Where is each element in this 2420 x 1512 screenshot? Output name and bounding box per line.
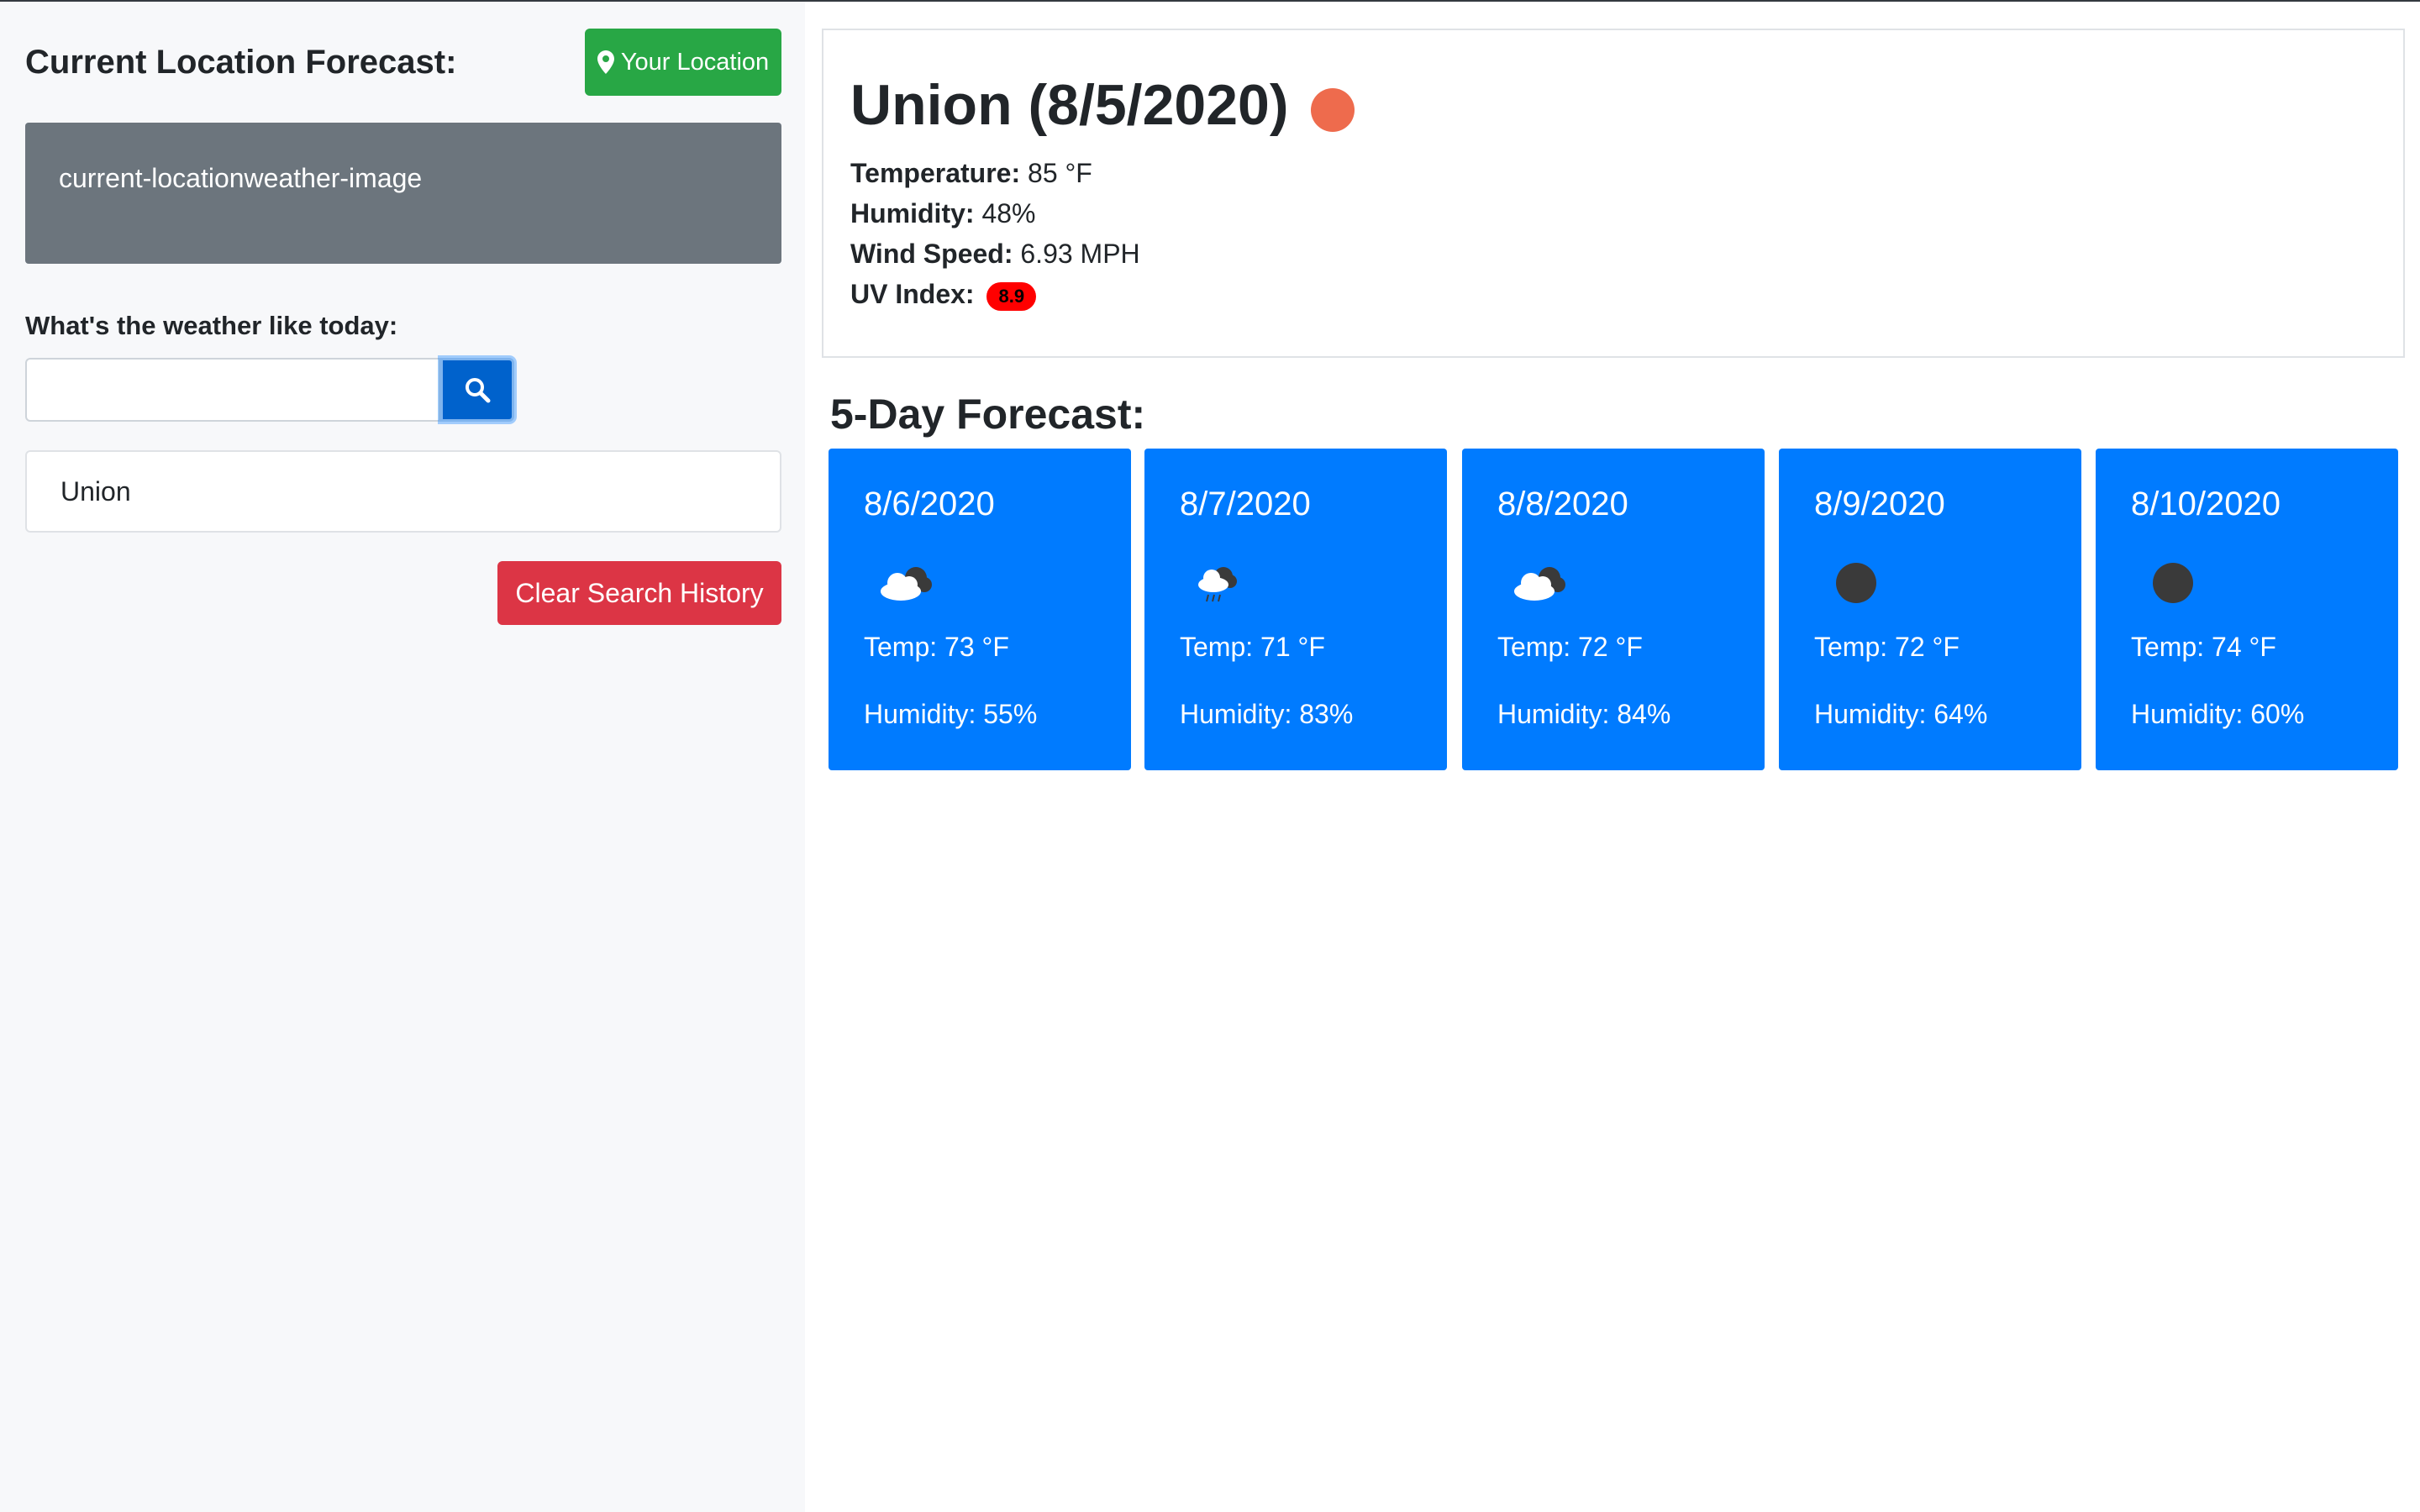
city-date-text: Union (8/5/2020) xyxy=(850,73,1289,137)
humidity-label: Humidity: xyxy=(850,198,975,228)
forecast-humidity: Humidity: 60% xyxy=(2131,699,2305,729)
cloud-icon xyxy=(1514,567,1565,601)
search-label: What's the weather like today: xyxy=(25,311,398,340)
search-icon xyxy=(466,378,491,403)
forecast-card: 8/8/2020 Temp: 72 °F Humidity: 84% xyxy=(1462,449,1765,770)
forecast-date: 8/7/2020 xyxy=(1180,486,1311,522)
city-date-title: Union (8/5/2020) xyxy=(850,72,1355,138)
night-icon xyxy=(2153,563,2193,603)
forecast-temp: Temp: 72 °F xyxy=(1814,632,1960,662)
cloud-icon xyxy=(881,567,932,601)
temperature-stat: Temperature: 85 °F xyxy=(850,158,1092,189)
sidebar-title: Current Location Forecast: xyxy=(25,44,457,81)
forecast-date: 8/8/2020 xyxy=(1497,486,1628,522)
temperature-value: 85 °F xyxy=(1028,158,1092,188)
clear-search-history-button[interactable]: Clear Search History xyxy=(497,561,781,625)
current-weather-card: Union (8/5/2020) Temperature: 85 °F Humi… xyxy=(822,29,2405,358)
forecast-temp: Temp: 74 °F xyxy=(2131,632,2276,662)
current-location-weather-box: current-locationweather-image xyxy=(25,123,781,264)
forecast-humidity: Humidity: 84% xyxy=(1497,699,1671,729)
forecast-temp: Temp: 72 °F xyxy=(1497,632,1643,662)
wind-speed-stat: Wind Speed: 6.93 MPH xyxy=(850,239,1140,270)
forecast-temp: Temp: 71 °F xyxy=(1180,632,1325,662)
city-search-input[interactable] xyxy=(25,358,440,422)
forecast-humidity: Humidity: 55% xyxy=(864,699,1038,729)
forecast-card: 8/9/2020 Temp: 72 °F Humidity: 64% xyxy=(1779,449,2081,770)
night-icon xyxy=(1836,563,1876,603)
humidity-value: 48% xyxy=(981,198,1036,228)
uv-index-stat: UV Index: 8.9 xyxy=(850,279,1037,311)
forecast-title: 5-Day Forecast: xyxy=(830,391,1146,438)
uv-index-badge: 8.9 xyxy=(986,281,1037,311)
uv-index-label: UV Index: xyxy=(850,279,975,309)
forecast-card: 8/10/2020 Temp: 74 °F Humidity: 60% xyxy=(2096,449,2398,770)
rain-cloud-icon xyxy=(1198,567,1237,602)
forecast-date: 8/9/2020 xyxy=(1814,486,1945,522)
forecast-card: 8/6/2020 Temp: 73 °F Humidity: 55% xyxy=(829,449,1131,770)
your-location-button[interactable]: Your Location xyxy=(585,29,781,96)
forecast-date: 8/6/2020 xyxy=(864,486,995,522)
forecast-date: 8/10/2020 xyxy=(2131,486,2281,522)
temperature-label: Temperature: xyxy=(850,158,1021,188)
search-history-item[interactable]: Union xyxy=(25,450,781,533)
sidebar: Current Location Forecast: Your Location… xyxy=(0,2,805,1512)
forecast-humidity: Humidity: 64% xyxy=(1814,699,1988,729)
forecast-humidity: Humidity: 83% xyxy=(1180,699,1354,729)
sun-icon xyxy=(1310,88,1355,132)
your-location-label: Your Location xyxy=(620,48,770,76)
wind-speed-value: 6.93 MPH xyxy=(1020,239,1140,269)
forecast-temp: Temp: 73 °F xyxy=(864,632,1009,662)
search-button[interactable] xyxy=(440,358,514,422)
map-marker-icon xyxy=(597,50,614,74)
current-location-weather-image: current-locationweather-image xyxy=(59,163,423,193)
humidity-stat: Humidity: 48% xyxy=(850,198,1035,229)
wind-speed-label: Wind Speed: xyxy=(850,239,1013,269)
forecast-card: 8/7/2020 Temp: 71 °F Humidity: 83% xyxy=(1144,449,1447,770)
